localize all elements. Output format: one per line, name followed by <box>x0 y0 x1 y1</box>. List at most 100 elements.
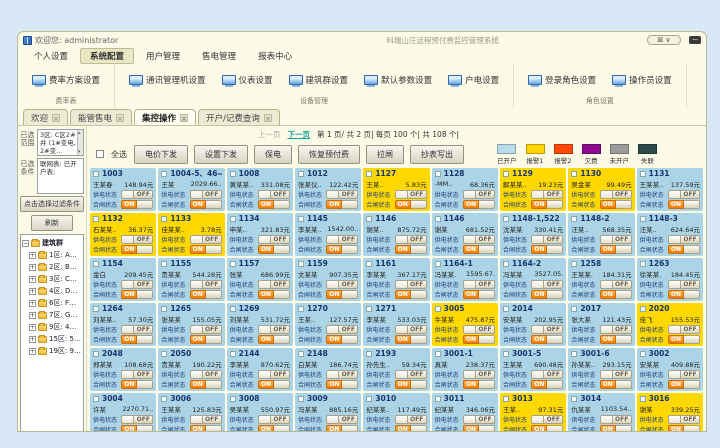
minimize-button[interactable]: — <box>689 36 701 44</box>
switch-off-segment[interactable] <box>342 245 358 254</box>
meter-card[interactable]: 2148 白某某 186.74元 供电状态 OFF <box>295 348 361 391</box>
switch-off-segment[interactable] <box>411 380 427 389</box>
switch-status-toggle[interactable]: ON <box>121 290 153 299</box>
supply-status-toggle[interactable]: OFF <box>531 415 563 424</box>
selected-condition-box[interactable]: 联网表: 已开户表; <box>37 158 84 194</box>
supply-status-toggle[interactable]: OFF <box>121 190 153 199</box>
refresh-button[interactable]: 刷新 <box>31 215 73 231</box>
supply-on-segment[interactable] <box>668 325 680 334</box>
supply-off-segment[interactable]: OFF <box>680 235 700 244</box>
supply-on-segment[interactable] <box>463 415 475 424</box>
switch-status-toggle[interactable]: ON <box>121 245 153 254</box>
switch-on-segment[interactable]: ON <box>395 380 411 389</box>
supply-off-segment[interactable]: OFF <box>475 235 495 244</box>
card-checkbox[interactable] <box>366 261 372 267</box>
switch-status-toggle[interactable]: ON <box>463 245 495 254</box>
card-checkbox[interactable] <box>93 396 99 402</box>
switch-on-segment[interactable]: ON <box>395 425 411 432</box>
supply-off-segment[interactable]: OFF <box>475 190 495 199</box>
supply-status-toggle[interactable]: OFF <box>463 190 495 199</box>
supply-on-segment[interactable] <box>190 370 202 379</box>
switch-status-toggle[interactable]: ON <box>190 245 222 254</box>
supply-status-toggle[interactable]: OFF <box>121 415 153 424</box>
supply-off-segment[interactable]: OFF <box>612 235 632 244</box>
switch-on-segment[interactable]: ON <box>258 425 274 432</box>
supply-status-toggle[interactable]: OFF <box>395 280 427 289</box>
switch-on-segment[interactable]: ON <box>600 335 616 344</box>
supply-off-segment[interactable]: OFF <box>133 235 153 244</box>
switch-off-segment[interactable] <box>547 335 563 344</box>
supply-on-segment[interactable] <box>668 190 680 199</box>
supply-status-toggle[interactable]: OFF <box>668 190 700 199</box>
supply-status-toggle[interactable]: OFF <box>600 415 632 424</box>
meter-card[interactable]: 1161 李某某 367.17元 供电状态 OFF <box>363 258 429 301</box>
supply-off-segment[interactable]: OFF <box>543 235 563 244</box>
supply-on-segment[interactable] <box>190 325 202 334</box>
card-checkbox[interactable] <box>503 216 509 222</box>
switch-status-toggle[interactable]: ON <box>258 380 290 389</box>
switch-status-toggle[interactable]: ON <box>395 380 427 389</box>
supply-status-toggle[interactable]: OFF <box>463 415 495 424</box>
supply-status-toggle[interactable]: OFF <box>258 235 290 244</box>
supply-off-segment[interactable]: OFF <box>270 370 290 379</box>
supply-status-toggle[interactable]: OFF <box>258 190 290 199</box>
meter-card[interactable]: 2017 张大某 121.43元 供电状态 OFF <box>568 303 634 346</box>
expand-icon[interactable]: + <box>29 276 36 283</box>
switch-on-segment[interactable]: ON <box>463 245 479 254</box>
supply-status-toggle[interactable]: OFF <box>395 370 427 379</box>
supply-status-toggle[interactable]: OFF <box>668 280 700 289</box>
switch-off-segment[interactable] <box>206 290 222 299</box>
card-checkbox[interactable] <box>435 351 441 357</box>
supply-off-segment[interactable]: OFF <box>338 280 358 289</box>
ribbon-button[interactable]: 登录角色设置 <box>522 71 602 89</box>
switch-status-toggle[interactable]: ON <box>463 425 495 432</box>
switch-status-toggle[interactable]: ON <box>190 380 222 389</box>
supply-status-toggle[interactable]: OFF <box>190 370 222 379</box>
supply-on-segment[interactable] <box>121 280 133 289</box>
card-checkbox[interactable] <box>230 171 236 177</box>
switch-on-segment[interactable]: ON <box>326 425 342 432</box>
tree-item[interactable]: + 3区: C区2#井 (1#变 <box>22 273 82 285</box>
card-checkbox[interactable] <box>571 216 577 222</box>
tree-item[interactable]: + 9区: 4#楼电井 (4# <box>22 321 82 333</box>
card-checkbox[interactable] <box>93 351 99 357</box>
tree-root[interactable]: − 建筑群 <box>22 237 82 249</box>
supply-status-toggle[interactable]: OFF <box>326 280 358 289</box>
filter-button[interactable]: 点击选择过滤条件 <box>20 196 84 212</box>
card-checkbox[interactable] <box>161 261 167 267</box>
scrollbar[interactable] <box>77 130 83 155</box>
supply-on-segment[interactable] <box>326 415 338 424</box>
supply-status-toggle[interactable]: OFF <box>326 415 358 424</box>
switch-off-segment[interactable] <box>479 290 495 299</box>
supply-on-segment[interactable] <box>326 370 338 379</box>
supply-on-segment[interactable] <box>190 190 202 199</box>
document-tab[interactable]: 开户/记费查询 × <box>198 109 280 125</box>
supply-on-segment[interactable] <box>395 190 407 199</box>
supply-off-segment[interactable]: OFF <box>612 415 632 424</box>
selected-range-box[interactable]: 3区: C区2#井 (1#变电, 2#变... <box>37 129 84 156</box>
switch-status-toggle[interactable]: ON <box>258 425 290 432</box>
tree-item[interactable]: + 19区: 9#变电站 (2 <box>22 345 82 357</box>
switch-off-segment[interactable] <box>342 290 358 299</box>
supply-off-segment[interactable]: OFF <box>202 325 222 334</box>
meter-card[interactable]: 2050 贵某某 190.22元 供电状态 OFF <box>158 348 224 391</box>
supply-off-segment[interactable]: OFF <box>202 235 222 244</box>
card-checkbox[interactable] <box>161 396 167 402</box>
switch-on-segment[interactable]: ON <box>395 245 411 254</box>
card-checkbox[interactable] <box>435 306 441 312</box>
switch-status-toggle[interactable]: ON <box>531 200 563 209</box>
supply-off-segment[interactable]: OFF <box>680 325 700 334</box>
supply-status-toggle[interactable]: OFF <box>463 280 495 289</box>
switch-status-toggle[interactable]: ON <box>326 245 358 254</box>
switch-status-toggle[interactable]: ON <box>258 245 290 254</box>
meter-card[interactable]: 1146 谢某.. 875.72元 供电状态 OFF <box>363 213 429 256</box>
card-checkbox[interactable] <box>93 261 99 267</box>
switch-on-segment[interactable]: ON <box>395 200 411 209</box>
supply-on-segment[interactable] <box>121 235 133 244</box>
switch-on-segment[interactable]: ON <box>121 200 137 209</box>
supply-on-segment[interactable] <box>463 325 475 334</box>
meter-card[interactable]: 1157 张某 686.99元 供电状态 OFF <box>227 258 293 301</box>
switch-off-segment[interactable] <box>274 200 290 209</box>
switch-off-segment[interactable] <box>547 245 563 254</box>
supply-status-toggle[interactable]: OFF <box>258 370 290 379</box>
